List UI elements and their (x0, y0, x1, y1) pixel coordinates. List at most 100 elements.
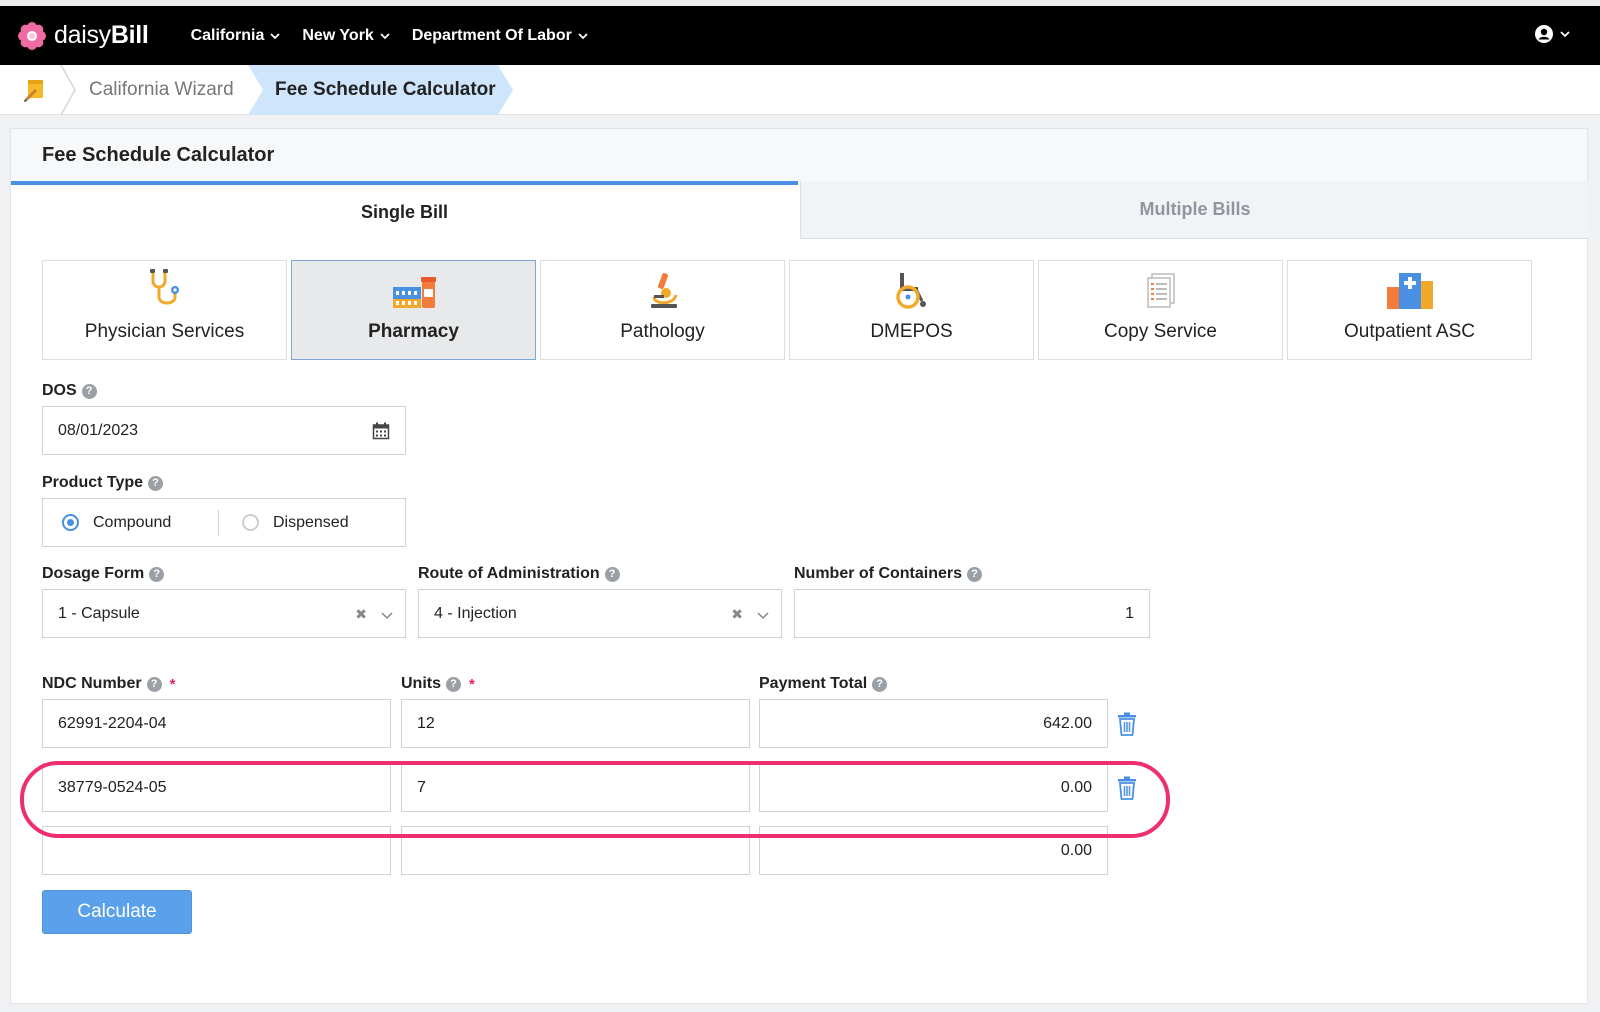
dos-label-text: DOS (42, 382, 77, 399)
trash-icon[interactable] (1116, 712, 1138, 736)
wheelchair-icon (895, 273, 926, 309)
required-marker: * (169, 675, 176, 693)
card-pharmacy[interactable]: Pharmacy (291, 260, 536, 360)
radio-unselected-indicator (242, 514, 259, 531)
dosage-form-select[interactable]: 1 - Capsule ✖ (42, 589, 406, 638)
page-title: Fee Schedule Calculator (11, 129, 1587, 181)
ndc-value: 38779-0524-05 (58, 778, 167, 796)
logo-text-bold: Bill (110, 21, 149, 49)
tab-multiple-bills[interactable]: Multiple Bills (800, 181, 1589, 239)
select-controls: ✖ (355, 606, 393, 623)
card-label: Physician Services (84, 321, 245, 342)
dosage-form-value: 1 - Capsule (58, 604, 140, 622)
units-input[interactable]: 7 (401, 763, 750, 812)
logo-text-light: daisy (54, 21, 111, 49)
card-pathology[interactable]: Pathology (540, 260, 785, 360)
nav-menu-new-york[interactable]: New York (302, 27, 390, 45)
bill-tabs: Single Bill Multiple Bills (11, 181, 1589, 239)
chevron-down-icon (270, 32, 281, 39)
chevron-down-icon[interactable] (757, 609, 769, 621)
units-value: 7 (417, 778, 426, 796)
containers-input[interactable]: 1 (794, 589, 1150, 638)
ndc-value: 62991-2204-04 (58, 714, 167, 732)
product-type-radio-group: Compound Dispensed (42, 498, 406, 547)
dosage-form-label: Dosage Form ? (42, 565, 165, 583)
daisy-flower-icon (18, 21, 46, 50)
ndc-input[interactable]: 62991-2204-04 (42, 699, 391, 748)
dos-label: DOS ? (42, 382, 97, 400)
containers-value: 1 (1125, 604, 1134, 622)
radio-dispensed[interactable]: Dispensed (242, 514, 349, 532)
units-input[interactable]: 12 (401, 699, 750, 748)
trash-icon[interactable] (1116, 776, 1138, 800)
dosage-form-label-text: Dosage Form (42, 565, 145, 582)
required-marker: * (469, 675, 475, 693)
help-icon[interactable]: ? (146, 676, 162, 692)
ndc-input[interactable] (42, 826, 391, 875)
help-icon[interactable]: ? (967, 566, 983, 582)
card-label: Pathology (620, 321, 705, 342)
card-label: Copy Service (1104, 321, 1217, 342)
payment-total-input[interactable]: 642.00 (759, 699, 1108, 748)
route-select[interactable]: 4 - Injection ✖ (418, 589, 782, 638)
route-label: Route of Administration ? (418, 565, 620, 583)
card-label: Pharmacy (368, 321, 459, 342)
top-navbar: daisyBill California New York Department… (0, 6, 1600, 65)
card-outpatient-asc[interactable]: Outpatient ASC (1287, 260, 1532, 360)
help-icon[interactable]: ? (872, 676, 888, 692)
calendar-icon[interactable] (372, 422, 390, 440)
chevron-down-icon (380, 32, 390, 39)
breadcrumb: California Wizard Fee Schedule Calculato… (0, 65, 1600, 115)
dos-value: 08/01/2023 (58, 421, 139, 439)
chevron-down-icon[interactable] (381, 609, 393, 621)
radio-compound[interactable]: Compound (62, 514, 218, 532)
payment-total-input[interactable]: 0.00 (759, 826, 1108, 875)
payment-header: Payment Total ? (759, 675, 888, 693)
containers-label: Number of Containers ? (794, 565, 983, 583)
containers-label-text: Number of Containers (794, 565, 963, 582)
breadcrumb-separator (60, 65, 76, 115)
payment-value: 0.00 (1060, 841, 1092, 859)
logo-text: daisyBill (54, 21, 149, 50)
user-menu[interactable] (1534, 24, 1570, 44)
ndc-header-text: NDC Number (42, 675, 142, 692)
card-dmepos[interactable]: DMEPOS (789, 260, 1034, 360)
help-icon[interactable]: ? (446, 676, 461, 692)
radio-divider (218, 509, 219, 536)
units-value: 12 (417, 714, 435, 732)
dos-input[interactable]: 08/01/2023 (42, 406, 406, 455)
help-icon[interactable]: ? (148, 475, 164, 491)
pharmacy-icon (392, 277, 436, 308)
payment-total-input[interactable]: 0.00 (759, 763, 1108, 812)
card-physician-services[interactable]: Physician Services (42, 260, 287, 360)
document-icon (1146, 273, 1175, 308)
product-type-label-text: Product Type (42, 474, 144, 491)
ndc-input[interactable]: 38779-0524-05 (42, 763, 391, 812)
card-label: Outpatient ASC (1344, 321, 1475, 342)
chevron-down-icon (578, 32, 588, 39)
payment-value: 0.00 (1060, 778, 1092, 796)
nav-menu-department-of-labor[interactable]: Department Of Labor (412, 27, 588, 45)
tab-single-bill[interactable]: Single Bill (11, 181, 798, 239)
stethoscope-icon (149, 269, 179, 305)
select-controls: ✖ (731, 606, 769, 623)
card-copy-service[interactable]: Copy Service (1038, 260, 1283, 360)
units-input[interactable] (401, 826, 750, 875)
route-label-text: Route of Administration (418, 565, 600, 582)
units-header: Units ? * (401, 675, 475, 693)
help-icon[interactable]: ? (604, 566, 620, 582)
daisybill-logo[interactable]: daisyBill (18, 21, 149, 50)
breadcrumb-fee-schedule-calculator[interactable]: Fee Schedule Calculator (275, 65, 496, 115)
payment-value: 642.00 (1043, 714, 1092, 732)
calculate-button[interactable]: Calculate (42, 890, 192, 934)
user-avatar-icon (1535, 25, 1553, 43)
clear-icon[interactable]: ✖ (731, 606, 743, 623)
clear-icon[interactable]: ✖ (355, 606, 367, 623)
nav-menu-label: Department Of Labor (411, 26, 572, 44)
nav-menu-california[interactable]: California (191, 27, 281, 45)
radio-label: Compound (93, 513, 172, 531)
card-label: DMEPOS (870, 321, 953, 342)
help-icon[interactable]: ? (149, 566, 165, 582)
help-icon[interactable]: ? (81, 383, 97, 399)
breadcrumb-california-wizard[interactable]: California Wizard (89, 65, 234, 115)
